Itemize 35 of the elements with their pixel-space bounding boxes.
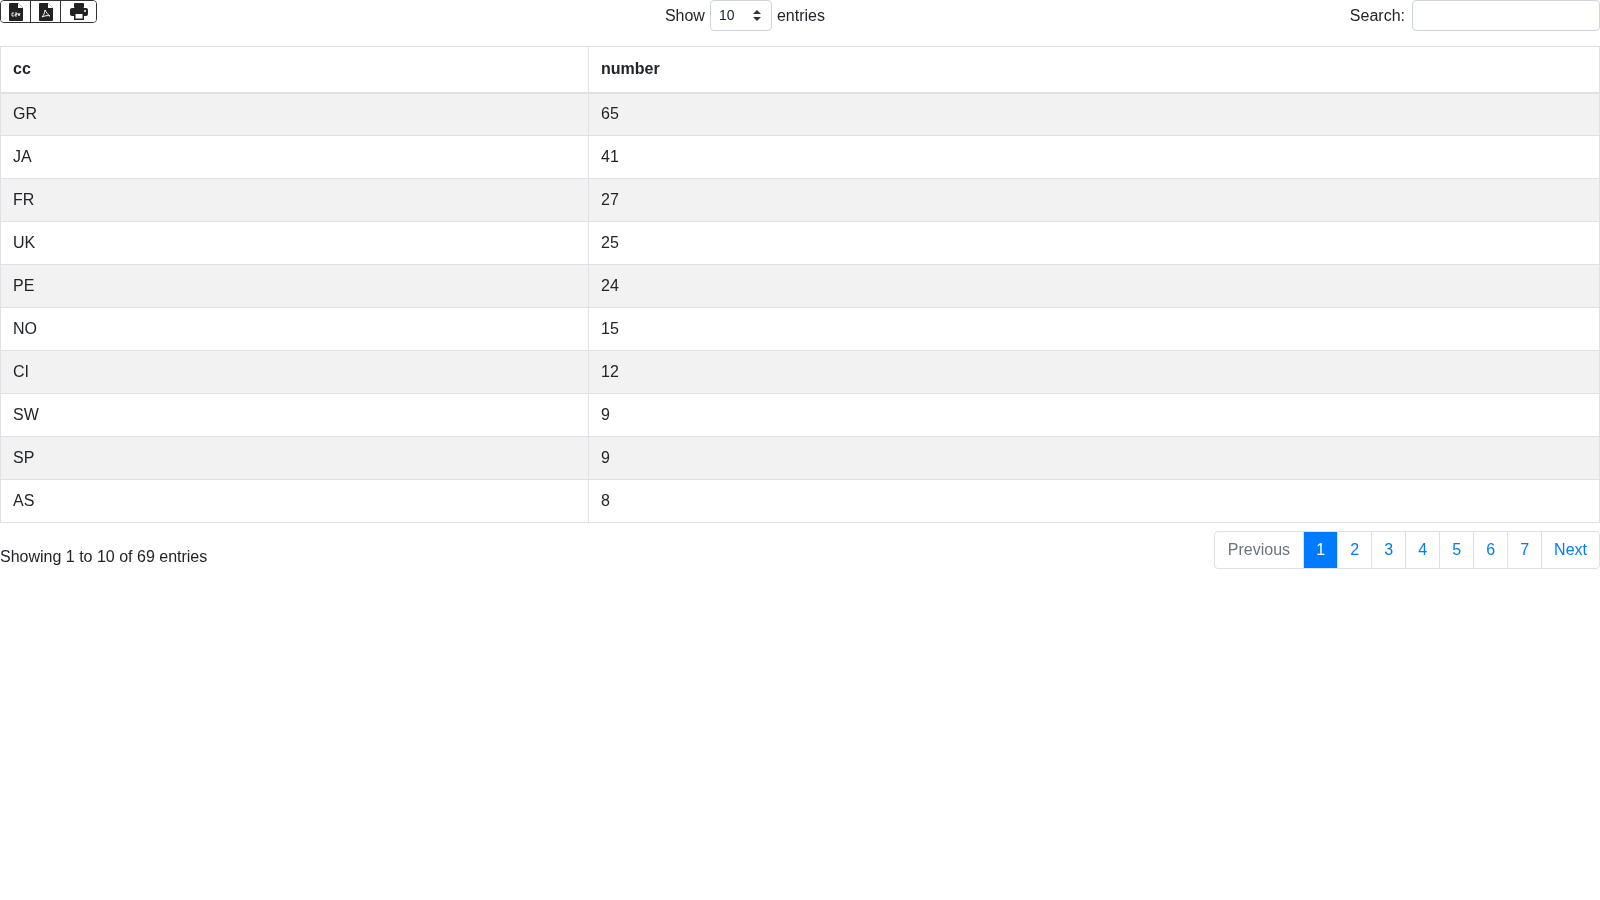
table-cell: CI [0,350,589,394]
table-cell: 8 [588,479,1600,523]
table-cell: 15 [588,307,1600,351]
table-cell: AS [0,479,589,523]
table-cell: GR [0,92,589,136]
search-label: Search: [1349,5,1405,26]
table-cell: 9 [588,436,1600,480]
table-cell: PE [0,264,589,308]
table-cell: FR [0,178,589,222]
next-page-button[interactable]: Next [1542,532,1599,568]
table-cell: 65 [588,92,1600,136]
table-cell: NO [0,307,589,351]
entries-info: Showing 1 to 10 of 69 entries [0,547,208,567]
csv-file-icon [8,2,23,21]
table-cell: SP [0,436,589,480]
table-cell: 12 [588,350,1600,394]
search-field[interactable] [1412,0,1600,31]
printer-icon [69,3,88,20]
table-cell: 41 [588,135,1600,179]
table-cell: JA [0,135,589,179]
show-label: Show [664,5,705,26]
page-button[interactable]: 1 [1304,532,1339,568]
column-header[interactable]: number [588,46,1600,93]
csv-export-button[interactable] [1,1,31,22]
table-cell: 27 [588,178,1600,222]
table-cell: 24 [588,264,1600,308]
table-cell: 9 [588,393,1600,437]
table-cell: 25 [588,221,1600,265]
table-cell: UK [0,221,589,265]
entries-label: entries [776,5,825,26]
sort-caret-icon [752,10,761,21]
page-length-select[interactable]: 10 [709,0,772,31]
pdf-file-icon [38,2,53,21]
table-cell: SW [0,393,589,437]
column-header[interactable]: cc [0,46,589,93]
